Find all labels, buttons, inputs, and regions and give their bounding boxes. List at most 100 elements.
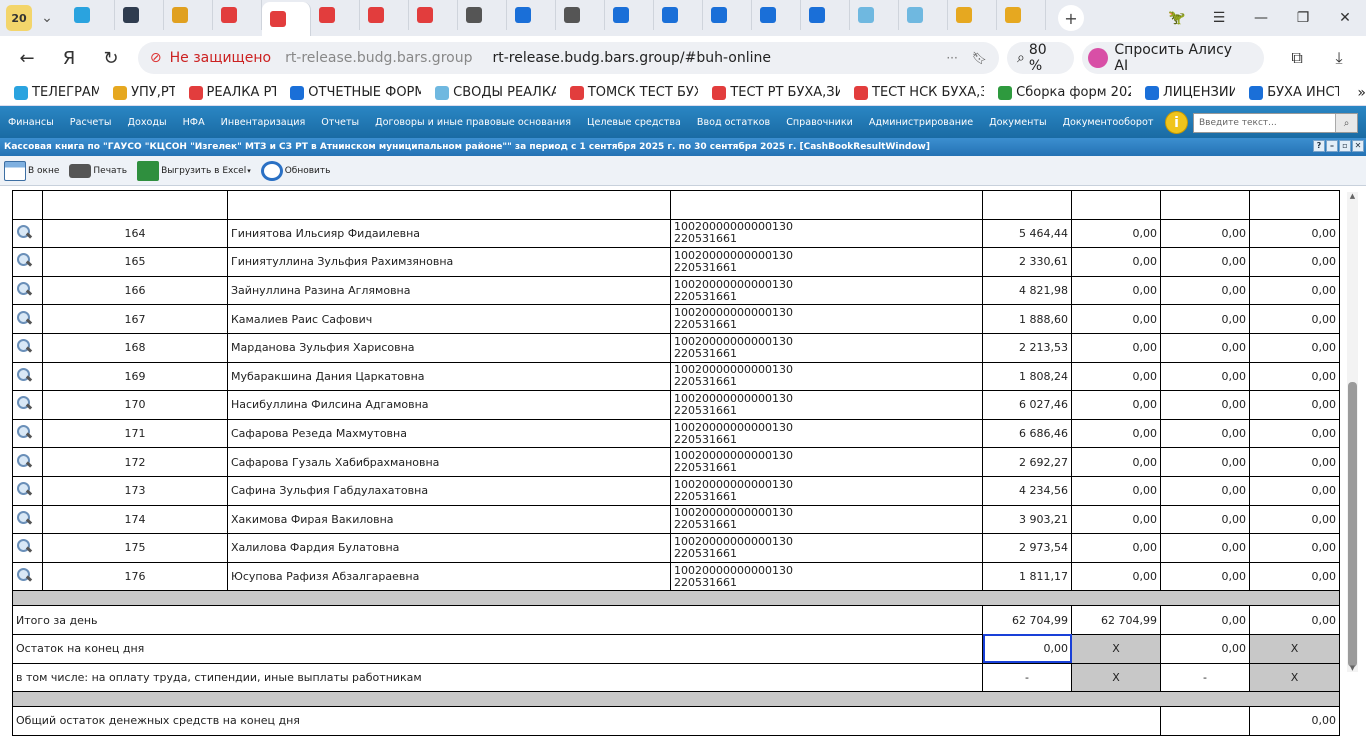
bookmark-item[interactable]: ЛИЦЕНЗИИ [1144, 85, 1235, 100]
window-close-icon[interactable]: ✕ [1352, 140, 1364, 152]
browser-tab[interactable] [801, 0, 850, 30]
menu-item[interactable]: НФА [183, 117, 205, 128]
menu-item[interactable]: Документооборот [1063, 117, 1154, 128]
vertical-scrollbar[interactable]: ▲ ▼ [1347, 192, 1358, 672]
magnifier-icon[interactable] [16, 395, 32, 411]
browser-tab[interactable] [311, 0, 360, 30]
menu-item[interactable]: Отчеты [321, 117, 359, 128]
row-value-3: 0,00 [1160, 475, 1250, 506]
restore-icon[interactable]: ❐ [1282, 10, 1324, 26]
magnifier-icon[interactable] [16, 338, 32, 354]
export-excel-button[interactable]: Выгрузить в Excel ▾ [137, 160, 251, 181]
minimize-icon[interactable]: — [1240, 10, 1282, 26]
bookmark-item[interactable]: УПУ,РТ [113, 85, 175, 100]
browser-tab[interactable] [752, 0, 801, 30]
browser-tab[interactable] [997, 0, 1046, 30]
close-icon[interactable]: ✕ [1324, 10, 1366, 26]
window-maximize-icon[interactable]: ▫ [1339, 140, 1351, 152]
menu-item[interactable]: Договоры и иные правовые основания [375, 117, 571, 128]
bookmark-item[interactable]: СВОДЫ РЕАЛКА [435, 85, 556, 100]
global-search-input[interactable]: Введите текст... ⌕ [1193, 113, 1358, 133]
row-account-sub: 220531661 [674, 575, 737, 589]
magnifier-icon[interactable] [16, 453, 32, 469]
browser-tab[interactable] [899, 0, 948, 30]
including-value-3: - [1160, 662, 1250, 693]
balance-value-1-cell[interactable]: 0,00 [982, 633, 1072, 664]
not-secure-icon[interactable]: ⊘ [150, 50, 162, 66]
scroll-down-icon[interactable]: ▼ [1348, 664, 1357, 672]
magnifier-icon[interactable] [16, 481, 32, 497]
browser-tab[interactable] [605, 0, 654, 30]
table-row: 167 Камалиев Раис Сафович 1002000000000013… [12, 304, 1340, 334]
browser-tab[interactable] [703, 0, 752, 30]
magnifier-icon[interactable] [16, 252, 32, 268]
browser-tab[interactable] [458, 0, 507, 30]
browser-tab[interactable] [262, 2, 311, 36]
bookmark-item[interactable]: ТЕСТ РТ БУХА,ЗИ [712, 85, 840, 100]
new-tab-button[interactable]: + [1058, 5, 1084, 31]
browser-tab[interactable] [66, 0, 115, 30]
menu-item[interactable]: Доходы [127, 117, 166, 128]
browser-tab[interactable] [850, 0, 899, 30]
browser-tab[interactable] [654, 0, 703, 30]
bookmark-item[interactable]: РЕАЛКА РТ [188, 85, 276, 100]
more-icon[interactable]: ··· [946, 51, 957, 65]
scroll-up-icon[interactable]: ▲ [1348, 192, 1357, 200]
bookmark-item[interactable]: БУХА ИНСТ [1249, 85, 1339, 100]
menu-item[interactable]: Целевые средства [587, 117, 681, 128]
refresh-button[interactable]: Обновить [260, 160, 330, 181]
extension-icon[interactable]: 🦖 [1156, 10, 1198, 26]
url-text[interactable]: rt-release.budg.bars.group/#buh-online [492, 50, 771, 66]
bookmark-icon[interactable]: 🔖︎ [972, 51, 987, 65]
yandex-icon[interactable]: Я [54, 43, 84, 73]
menu-item[interactable]: Справочники [786, 117, 853, 128]
scrollbar-thumb[interactable] [1348, 382, 1357, 667]
bookmark-item[interactable]: ТЕСТ НСК БУХА,З [854, 85, 984, 100]
bookmark-item[interactable]: ОТЧЕТНЫЕ ФОРМ [290, 85, 421, 100]
url-box[interactable]: ⊘ Не защищено rt-release.budg.bars.group… [137, 42, 1000, 74]
magnifier-icon[interactable] [16, 281, 32, 297]
browser-tab[interactable] [507, 0, 556, 30]
magnifier-icon[interactable] [16, 538, 32, 554]
bookmark-item[interactable]: ТЕЛЕГРАМ [14, 85, 99, 100]
info-icon[interactable]: i [1165, 111, 1188, 134]
help-icon[interactable]: ? [1313, 140, 1325, 152]
menu-item[interactable]: Расчеты [70, 117, 112, 128]
browser-tab[interactable] [360, 0, 409, 30]
browser-tab[interactable] [115, 0, 164, 30]
collections-icon[interactable]: ⧉ [1282, 43, 1312, 73]
alice-label: Спросить Алису AI [1114, 42, 1233, 74]
browser-tab[interactable] [409, 0, 458, 30]
insecure-label[interactable]: Не защищено [170, 50, 271, 66]
zoom-control[interactable]: ⌕ 80 % [1007, 42, 1075, 74]
menu-item[interactable]: Документы [989, 117, 1046, 128]
magnifier-icon[interactable] [16, 367, 32, 383]
menu-icon[interactable]: ☰ [1198, 10, 1240, 26]
menu-item[interactable]: Ввод остатков [697, 117, 770, 128]
bookmarks-overflow-icon[interactable]: » [1357, 85, 1366, 101]
downloads-icon[interactable]: ⤓ [1324, 43, 1354, 73]
print-button[interactable]: Печать [69, 163, 127, 178]
tab-list-chevron-icon[interactable]: ⌄ [34, 5, 60, 31]
menu-item[interactable]: Администрирование [869, 117, 973, 128]
back-icon[interactable]: ← [12, 43, 42, 73]
menu-item[interactable]: Инвентаризация [221, 117, 306, 128]
alice-button[interactable]: Спросить Алису AI [1082, 42, 1265, 74]
magnifier-icon[interactable] [16, 424, 32, 440]
browser-tab[interactable] [164, 0, 213, 30]
magnifier-icon[interactable] [16, 310, 32, 326]
browser-tab[interactable] [556, 0, 605, 30]
bookmark-item[interactable]: ТОМСК ТЕСТ БУХ [569, 85, 698, 100]
window-minimize-icon[interactable]: – [1326, 140, 1338, 152]
menu-item[interactable]: Финансы [8, 117, 54, 128]
magnifier-icon[interactable] [16, 567, 32, 583]
search-icon[interactable]: ⌕ [1335, 114, 1357, 132]
magnifier-icon[interactable] [16, 224, 32, 240]
reload-icon[interactable]: ↻ [96, 43, 126, 73]
browser-tab[interactable] [948, 0, 997, 30]
magnifier-icon[interactable] [16, 510, 32, 526]
window-mode-button[interactable]: В окне [4, 160, 59, 181]
bookmark-item[interactable]: Сборка форм 202 [998, 85, 1131, 100]
browser-tab[interactable] [213, 0, 262, 30]
tab-count-badge[interactable]: 20 [6, 5, 32, 31]
